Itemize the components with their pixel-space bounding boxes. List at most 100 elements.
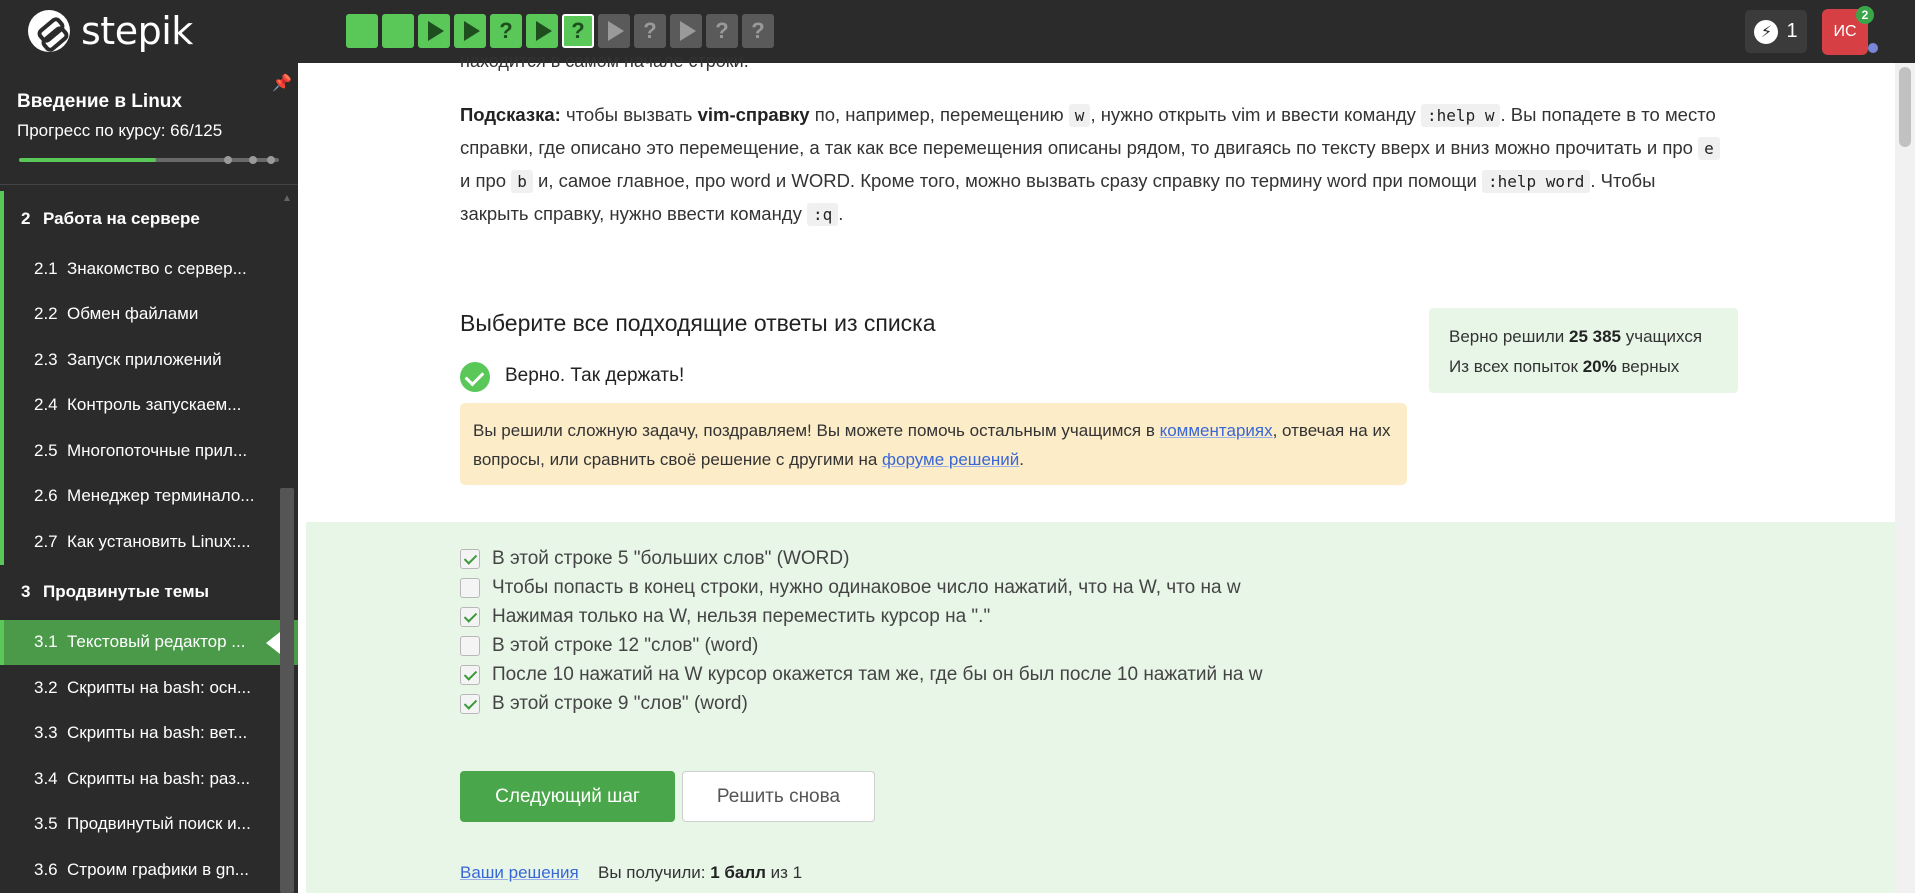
toc-lesson-item[interactable]: 2.7 Как установить Linux:... [0, 519, 298, 565]
toc-section[interactable]: 2 Работа на сервере [0, 191, 298, 246]
hint-bold: vim-справку [697, 104, 810, 125]
checkbox-checked[interactable] [460, 694, 480, 714]
checkbox-checked[interactable] [460, 607, 480, 627]
step-3-button[interactable] [418, 14, 450, 48]
stats-text: Верно решили [1449, 327, 1569, 346]
toc-lesson-title: Скрипты на bash: осн... [67, 677, 251, 697]
solve-again-button[interactable]: Решить снова [682, 771, 875, 822]
answer-option-label: В этой строке 5 "больших слов" (WORD) [492, 548, 850, 569]
play-icon [680, 21, 696, 41]
toc-section[interactable]: 3 Продвинутые темы [0, 565, 298, 620]
stats-text: учащихся [1621, 327, 1703, 346]
score-label: Вы получили: [598, 863, 711, 882]
answer-option[interactable]: В этой строке 9 "слов" (word) [460, 686, 748, 722]
table-of-contents: 2 Работа на сервере 2.1 Знакомство с сервер… [0, 191, 298, 893]
question-icon: ? [751, 18, 765, 43]
toc-lesson-item[interactable]: 2.2 Обмен файлами [0, 291, 298, 337]
toc-lesson-item[interactable]: 2.6 Менеджер терминало... [0, 473, 298, 519]
course-progress-bar [19, 156, 279, 164]
step-1-text-button[interactable] [346, 14, 378, 48]
progress-milestone [224, 156, 232, 164]
toc-lesson-number: 3.6 [34, 859, 58, 879]
hint-text: , нужно открыть vim и ввести команду [1090, 104, 1422, 125]
answer-option-label: В этой строке 9 "слов" (word) [492, 693, 748, 714]
toc-lesson-title: Контроль запускаем... [67, 395, 242, 415]
toc-lesson-item[interactable]: 2.1 Знакомство с сервер... [0, 246, 298, 292]
stepik-logo-icon [28, 10, 70, 52]
solved-count-line: Верно решили 25 385 учащихся [1449, 322, 1718, 352]
toc-lesson-number: 2.5 [34, 440, 58, 460]
play-icon [536, 21, 552, 41]
toc-lesson-item[interactable]: 3.5 Продвинутый поиск и... [0, 802, 298, 848]
step-5-button[interactable]: ? [490, 14, 522, 48]
toc-lesson-item[interactable]: 3.4 Скрипты на bash: раз... [0, 756, 298, 802]
toc-lesson-item[interactable]: 3.6 Строим графики в gn... [0, 847, 298, 893]
toc-lesson-title: Как установить Linux:... [67, 531, 251, 551]
lesson-steps-nav: ????? [346, 14, 774, 48]
toc-lesson-title: Менеджер терминало... [67, 486, 255, 506]
step-11-button[interactable]: ? [706, 14, 738, 48]
checkbox-checked[interactable] [460, 549, 480, 569]
step-12-button[interactable]: ? [742, 14, 774, 48]
course-progress-fill [19, 158, 157, 162]
toc-section-number: 3 [21, 582, 31, 601]
answer-option-label: В этой строке 12 "слов" (word) [492, 635, 759, 656]
toc-lesson-number: 2.2 [34, 304, 58, 324]
question-icon: ? [499, 18, 513, 43]
comments-link[interactable]: комментариях [1160, 421, 1273, 440]
course-sidebar: Введение в Linux 📌 Прогресс по курсу: 66… [0, 63, 298, 893]
course-title[interactable]: Введение в Linux [17, 91, 182, 113]
partial-text-line: находится в самом начале строки. [460, 51, 749, 71]
stats-text: Из всех попыток [1449, 357, 1583, 376]
answer-option-label: Нажимая только на W, нельзя переместить … [492, 606, 991, 627]
toc-lesson-item[interactable]: 3.1 Текстовый редактор ... [0, 619, 298, 665]
notification-badge: 2 [1856, 6, 1874, 24]
play-icon [428, 21, 444, 41]
toc-lesson-item[interactable]: 2.4 Контроль запускаем... [0, 382, 298, 428]
toc-lesson-item[interactable]: 3.3 Скрипты на bash: вет... [0, 711, 298, 757]
step-2-text-button[interactable] [382, 14, 414, 48]
step-7-button[interactable]: ? [562, 14, 594, 48]
score-value: 1 балл [710, 863, 766, 882]
page-scrollbar-thumb[interactable] [1899, 67, 1911, 147]
solve-stats: Верно решили 25 385 учащихся Из всех поп… [1429, 308, 1738, 393]
pin-icon[interactable]: 📌 [272, 73, 292, 93]
page-scrollbar[interactable] [1895, 63, 1915, 893]
checkbox-unchecked[interactable] [460, 636, 480, 656]
toc-lesson-item[interactable]: 3.2 Скрипты на bash: осн... [0, 665, 298, 711]
toc-lesson-item[interactable]: 2.3 Запуск приложений [0, 337, 298, 383]
sidebar-scrollbar[interactable] [280, 488, 294, 893]
lightning-icon: ⚡ [1754, 19, 1779, 44]
stepik-logo[interactable]: stepik [28, 9, 193, 53]
solutions-forum-link[interactable]: форуме решений [882, 450, 1019, 469]
energy-button[interactable]: ⚡ 1 [1745, 10, 1807, 53]
notice-text: Вы решили сложную задачу, поздравляем! В… [473, 421, 1160, 440]
toc-lesson-item[interactable]: 2.5 Многопоточные прил... [0, 428, 298, 474]
toc-lesson-title: Запуск приложений [67, 349, 222, 369]
checkbox-checked[interactable] [460, 665, 480, 685]
toc-lesson-title: Строим графики в gn... [67, 859, 249, 879]
your-solutions-link[interactable]: Ваши решения [460, 863, 579, 883]
inline-code: e [1698, 137, 1720, 160]
toc-lesson-number: 2.3 [34, 349, 58, 369]
success-rate-line: Из всех попыток 20% верных [1449, 352, 1718, 382]
toc-lesson-title: Продвинутый поиск и... [67, 814, 251, 834]
toc-section-number: 2 [21, 208, 31, 228]
toc-section-title: Продвинутые темы [43, 582, 210, 601]
hint-text: и про [460, 170, 512, 191]
question-icon: ? [571, 18, 585, 43]
next-step-button[interactable]: Следующий шаг [460, 771, 675, 822]
toc-lesson-number: 3.5 [34, 814, 58, 834]
step-8-button[interactable] [598, 14, 630, 48]
toc-lesson-number: 2.6 [34, 486, 58, 506]
step-10-button[interactable] [670, 14, 702, 48]
score-text: Вы получили: 1 балл из 1 [598, 863, 802, 883]
checkbox-unchecked[interactable] [460, 578, 480, 598]
hint-text: по, например, перемещению [809, 104, 1069, 125]
task-title: Выберите все подходящие ответы из списка [460, 310, 936, 336]
step-6-button[interactable] [526, 14, 558, 48]
step-4-button[interactable] [454, 14, 486, 48]
step-9-button[interactable]: ? [634, 14, 666, 48]
toc-lesson-title: Текстовый редактор ... [67, 632, 246, 652]
course-progress-label: Прогресс по курсу: 66/125 [17, 121, 223, 140]
